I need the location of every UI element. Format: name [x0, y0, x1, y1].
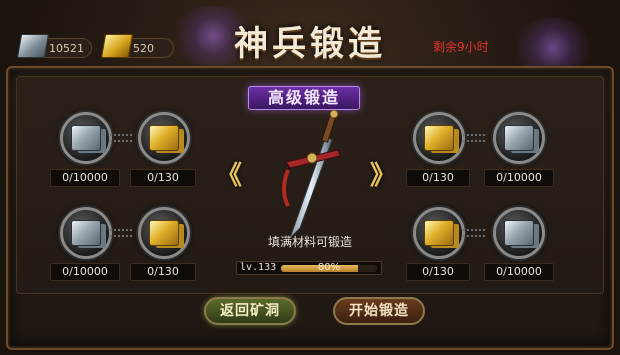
chain-decoration	[463, 134, 485, 142]
prev-arrow-icon[interactable]: 《	[216, 155, 242, 192]
slot-count: 0/10000	[484, 169, 554, 187]
gold-ore-icon	[149, 220, 179, 246]
slot-count: 0/10000	[50, 263, 120, 281]
silver-material-slot[interactable]	[493, 207, 545, 259]
slot-count: 0/10000	[50, 169, 120, 187]
start-forge-button[interactable]: 开始锻造	[333, 297, 425, 325]
sword-icon	[282, 110, 341, 239]
return-to-mine-button[interactable]: 返回矿洞	[204, 297, 296, 325]
silver-ore-icon	[71, 220, 101, 246]
chain-decoration	[110, 229, 132, 237]
gold-ore-icon	[424, 125, 454, 151]
forge-progress-text: 80%	[317, 262, 341, 273]
gold-material-slot[interactable]	[413, 207, 465, 259]
silver-ore-icon	[71, 125, 101, 151]
silver-ore-icon	[504, 125, 534, 151]
next-arrow-icon[interactable]: 》	[370, 155, 396, 192]
gold-material-slot[interactable]	[413, 112, 465, 164]
gold-ore-icon	[424, 220, 454, 246]
weapon-level: lv.133	[240, 262, 277, 273]
chain-decoration	[110, 134, 132, 142]
forge-hint: 填满材料可锻造	[267, 235, 352, 249]
silver-ore-icon	[504, 220, 534, 246]
slot-count: 0/130	[406, 169, 470, 187]
gold-ore-icon	[149, 125, 179, 151]
weapon-level-bar: lv.133 80%	[236, 261, 382, 275]
silver-material-slot[interactable]	[60, 207, 112, 259]
chain-decoration	[463, 229, 485, 237]
slot-count: 0/130	[130, 169, 196, 187]
gold-material-slot[interactable]	[138, 207, 190, 259]
silver-material-slot[interactable]	[493, 112, 545, 164]
slot-count: 0/130	[130, 263, 196, 281]
forge-grade-tag: 高级锻造	[248, 86, 360, 110]
slot-count: 0/130	[406, 263, 470, 281]
silver-material-slot[interactable]	[60, 112, 112, 164]
slot-count: 0/10000	[484, 263, 554, 281]
gold-material-slot[interactable]	[138, 112, 190, 164]
remaining-time: 剩余9小时	[433, 40, 489, 54]
page-title: 神兵锻造	[234, 24, 386, 64]
